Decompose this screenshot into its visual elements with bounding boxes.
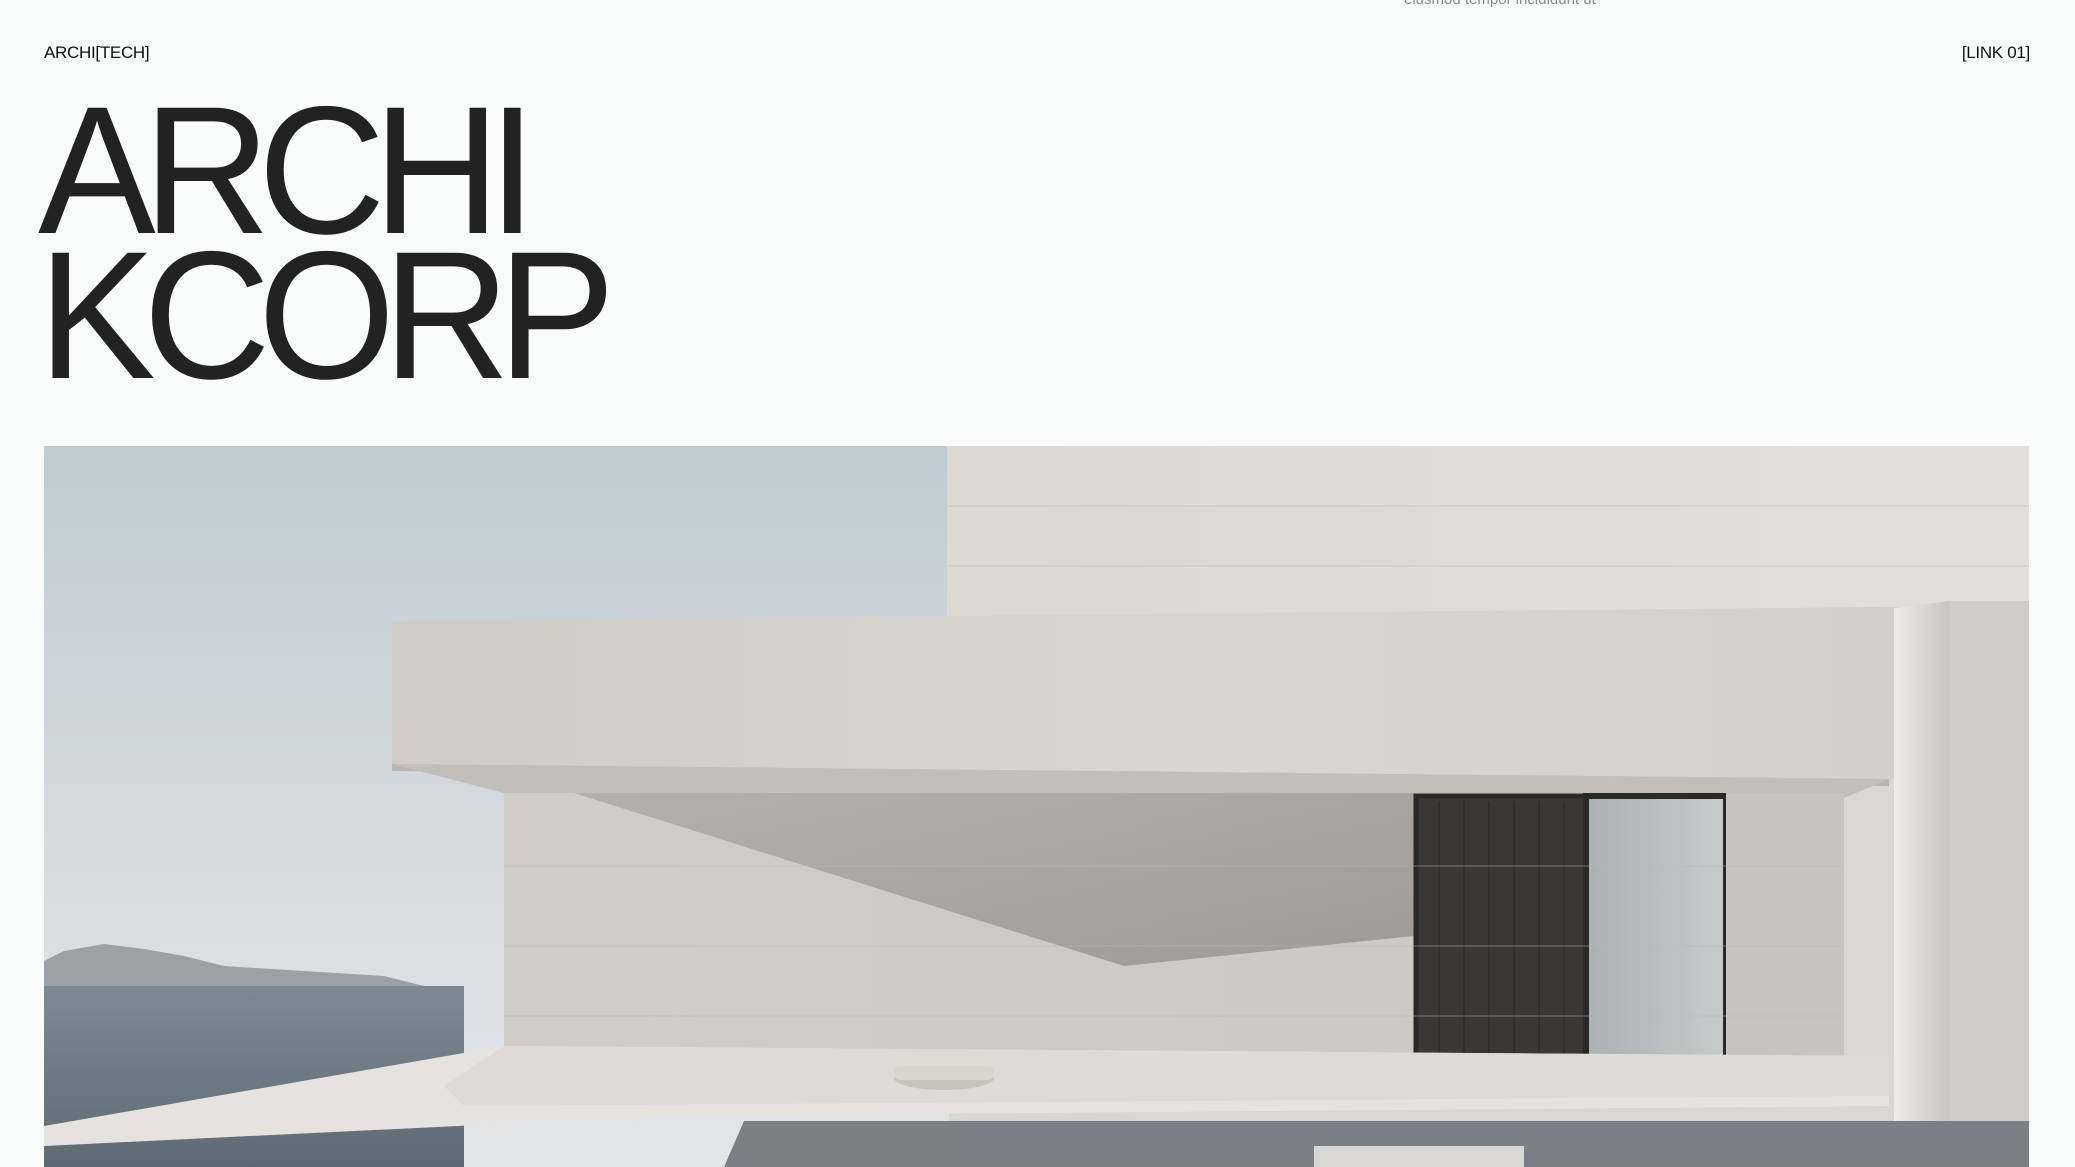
nav-link-01[interactable]: [LINK 01]	[1962, 43, 2030, 63]
house-photo-illustration	[44, 446, 2029, 1167]
top-text-fragment: eiusmod tempor incididunt ut	[1404, 0, 1596, 8]
hero-title: ARCHI KCORP	[38, 79, 620, 417]
hero-title-line-2: KCORP	[38, 213, 615, 417]
brand-logo-link[interactable]: ARCHI[TECH]	[44, 43, 150, 63]
hero-image	[44, 446, 2029, 1167]
